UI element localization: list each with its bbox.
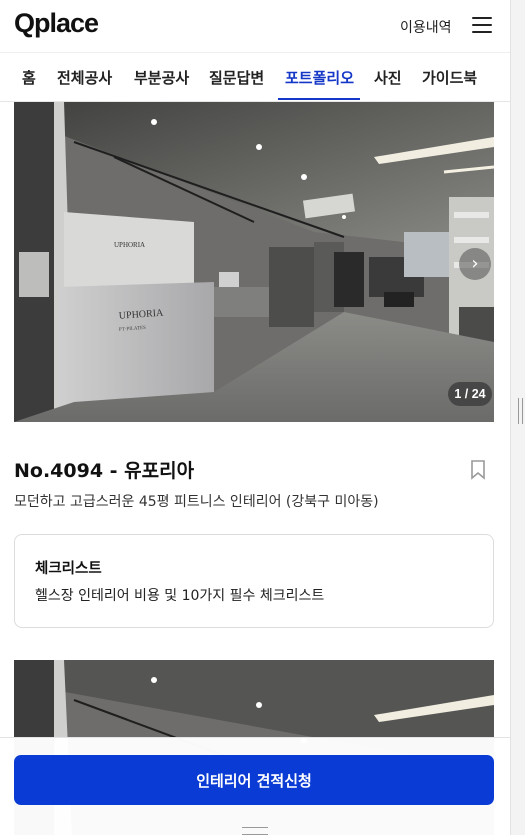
wall-logo-text: UPHORIA xyxy=(114,241,145,249)
scroll-handle[interactable] xyxy=(518,398,523,424)
tab-photos[interactable]: 사진 xyxy=(374,67,402,88)
portfolio-photo-carousel[interactable]: UPHORIA UPHORIA PT·PILATES › 1 / 24 xyxy=(14,102,494,422)
checklist-title: 체크리스트 xyxy=(35,561,102,577)
qplace-logo[interactable]: Qplace xyxy=(14,8,99,39)
portfolio-subtitle: 모던하고 고급스러운 45평 피트니스 인테리어 (강북구 미아동) xyxy=(14,494,379,510)
chevron-right-icon: › xyxy=(471,253,479,274)
portfolio-title: No.4094 - 유포리아 xyxy=(14,460,195,482)
hamburger-menu-icon[interactable] xyxy=(472,16,492,34)
app-header: Qplace 이용내역 xyxy=(0,0,510,52)
request-estimate-button[interactable]: 인테리어 견적신청 xyxy=(14,755,494,805)
category-tabs: 홈 전체공사 부분공사 질문답변 포트폴리오 사진 가이드북 xyxy=(0,52,510,102)
photo-counter: 1 / 24 xyxy=(448,382,492,406)
tab-partial-construction[interactable]: 부분공사 xyxy=(134,67,189,88)
bottom-drag-handle[interactable] xyxy=(242,827,268,835)
bookmark-icon[interactable] xyxy=(470,460,486,480)
tab-full-construction[interactable]: 전체공사 xyxy=(57,67,112,88)
checklist-text: 헬스장 인테리어 비용 및 10가지 필수 체크리스트 xyxy=(35,588,325,604)
usage-history-link[interactable]: 이용내역 xyxy=(400,17,452,37)
active-tab-indicator xyxy=(278,98,360,100)
tab-portfolio[interactable]: 포트폴리오 xyxy=(285,67,354,88)
next-photo-button[interactable]: › xyxy=(459,248,491,280)
checklist-card[interactable]: 체크리스트 헬스장 인테리어 비용 및 10가지 필수 체크리스트 xyxy=(14,534,494,628)
tab-guidebook[interactable]: 가이드북 xyxy=(422,67,477,88)
tab-qna[interactable]: 질문답변 xyxy=(209,67,264,88)
tab-home[interactable]: 홈 xyxy=(22,67,36,88)
gym-interior-photo: UPHORIA UPHORIA PT·PILATES xyxy=(14,102,494,422)
